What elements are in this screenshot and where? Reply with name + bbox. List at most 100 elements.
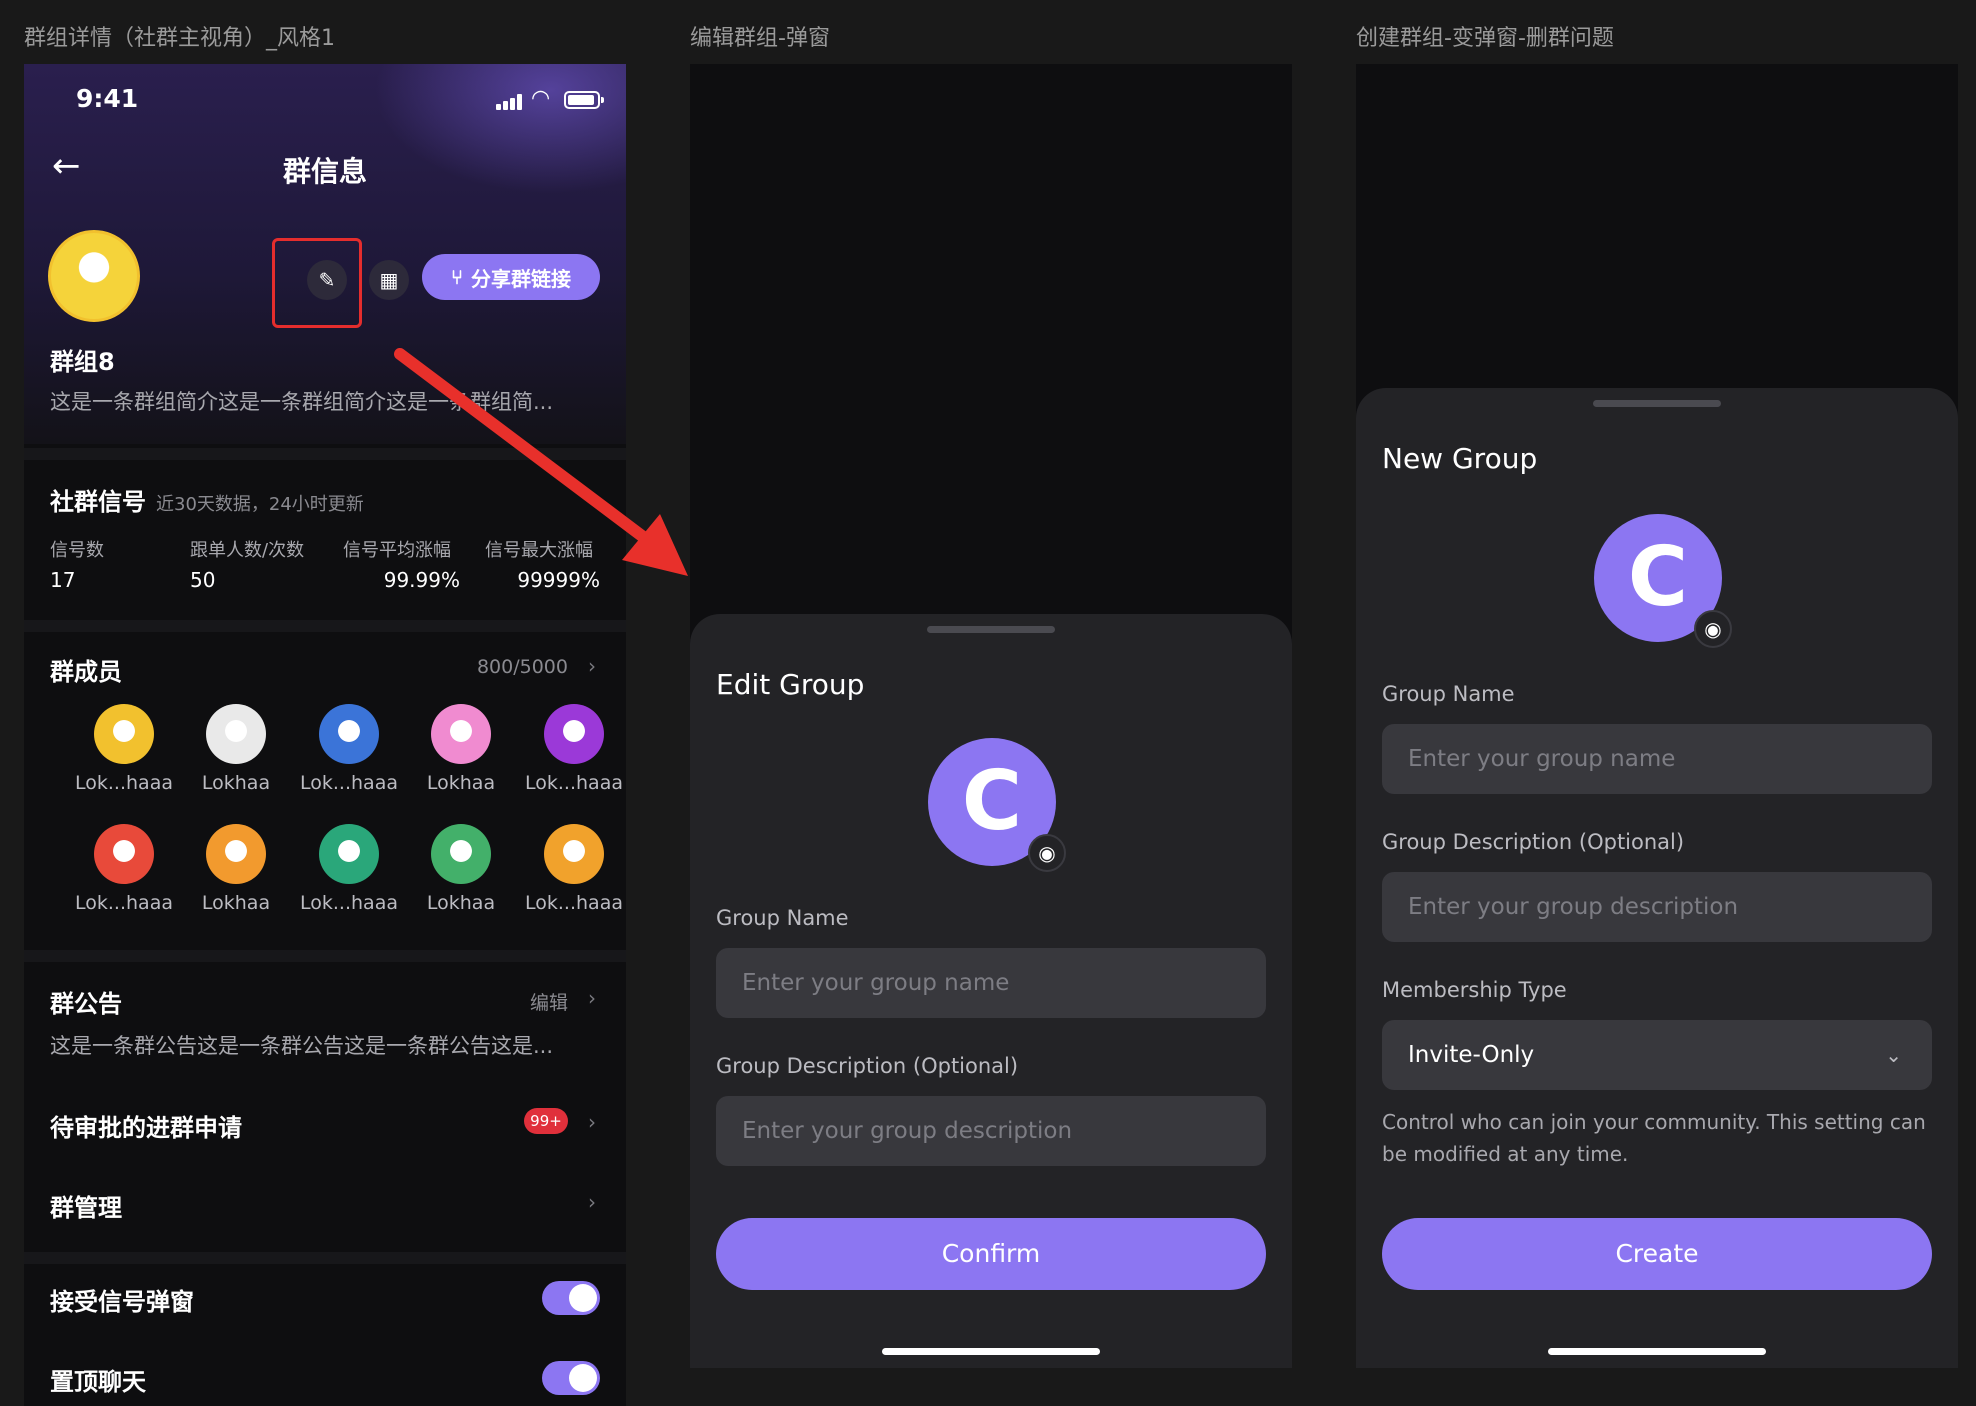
pin-chat-toggle[interactable] (542, 1361, 600, 1395)
edit-group-screen: Edit Group C ◉ Group Name Enter your gro… (690, 64, 1292, 1368)
group-details-screen: 9:41 ◠ ← 群信息 ✎ ▦ ⑂ 分享群链接 群组8 这是一条群组简介这是一… (24, 64, 626, 1406)
divider (24, 1252, 626, 1264)
group-management-title[interactable]: 群管理 (50, 1188, 122, 1223)
camera-icon[interactable]: ◉ (1028, 834, 1066, 872)
member-avatar (544, 704, 604, 764)
member-count[interactable]: 800/5000 (477, 656, 568, 678)
share-link-label: 分享群链接 (471, 266, 571, 291)
create-button[interactable]: Create (1382, 1218, 1932, 1290)
new-group-sheet: New Group C ◉ Group Name Enter your grou… (1356, 388, 1958, 1368)
member-name: Lokhaa (201, 772, 271, 794)
member-name: Lokhaa (201, 892, 271, 914)
group-avatar[interactable] (48, 230, 140, 322)
divider (24, 620, 626, 632)
annotation-arrow (394, 348, 688, 576)
group-name-label: Group Name (716, 906, 849, 930)
sheet-handle[interactable] (1593, 400, 1721, 407)
membership-type-label: Membership Type (1382, 978, 1567, 1002)
member-item[interactable]: Lokhaa (406, 824, 516, 914)
signal-section-title: 社群信号 近30天数据，24小时更新 (50, 488, 364, 516)
signal-icon (496, 94, 524, 110)
group-name-input[interactable]: Enter your group name (716, 948, 1266, 1018)
member-avatar (319, 704, 379, 764)
accept-signal-popup-label: 接受信号弹窗 (50, 1288, 194, 1316)
sheet-handle[interactable] (927, 626, 1055, 633)
pin-chat-label: 置顶聊天 (50, 1368, 146, 1396)
chevron-right-icon[interactable]: › (588, 1190, 596, 1214)
stat-value: 50 (190, 568, 216, 592)
share-icon: ⑂ (451, 265, 463, 289)
member-name: Lok...haaa (300, 772, 398, 794)
member-avatar (431, 704, 491, 764)
member-avatar (94, 824, 154, 884)
wifi-icon: ◠ (531, 86, 551, 111)
member-item[interactable]: Lok...haaa (519, 704, 626, 794)
member-avatar (206, 704, 266, 764)
member-item[interactable]: Lokhaa (181, 824, 291, 914)
home-indicator (882, 1348, 1100, 1355)
avatar-letter: C (1627, 530, 1689, 625)
member-name: Lok...haaa (525, 772, 623, 794)
member-item[interactable]: Lokhaa (181, 704, 291, 794)
chevron-right-icon[interactable]: › (588, 1110, 596, 1134)
accept-signal-toggle[interactable] (542, 1281, 600, 1315)
member-avatar (319, 824, 379, 884)
new-group-screen: New Group C ◉ Group Name Enter your grou… (1356, 64, 1958, 1368)
group-description-label: Group Description (Optional) (1382, 830, 1685, 854)
group-description-label: Group Description (Optional) (716, 1054, 1019, 1078)
group-avatar-placeholder[interactable]: C ◉ (1594, 514, 1732, 648)
member-item[interactable]: Lok...haaa (519, 824, 626, 914)
membership-type-value: Invite-Only (1408, 1042, 1535, 1068)
member-name: Lok...haaa (525, 892, 623, 914)
member-item[interactable]: Lok...haaa (69, 704, 179, 794)
chevron-right-icon[interactable]: › (588, 986, 596, 1010)
notice-edit-link[interactable]: 编辑 (530, 988, 568, 1015)
chevron-down-icon: ⌄ (1885, 1043, 1902, 1067)
member-avatar (94, 704, 154, 764)
pending-count-badge: 99+ (524, 1108, 568, 1134)
member-name: Lokhaa (426, 892, 496, 914)
member-name: Lokhaa (426, 772, 496, 794)
edit-group-sheet: Edit Group C ◉ Group Name Enter your gro… (690, 614, 1292, 1368)
member-item[interactable]: Lok...haaa (294, 824, 404, 914)
stat-label: 信号数 (50, 540, 104, 561)
sheet-title: New Group (1382, 442, 1538, 475)
sheet-title: Edit Group (716, 668, 865, 701)
signal-section-subtitle: 近30天数据，24小时更新 (156, 494, 364, 515)
group-name: 群组8 (50, 348, 115, 376)
member-avatar (431, 824, 491, 884)
member-name: Lok...haaa (75, 772, 173, 794)
camera-icon[interactable]: ◉ (1694, 610, 1732, 648)
battery-icon (564, 91, 604, 109)
group-name-input[interactable]: Enter your group name (1382, 724, 1932, 794)
member-item[interactable]: Lok...haaa (294, 704, 404, 794)
notice-title: 群公告 (50, 990, 122, 1018)
group-avatar-placeholder[interactable]: C ◉ (928, 738, 1066, 872)
member-name: Lok...haaa (75, 892, 173, 914)
member-avatar (206, 824, 266, 884)
chevron-right-icon[interactable]: › (588, 654, 596, 678)
member-avatar (544, 824, 604, 884)
member-name: Lok...haaa (300, 892, 398, 914)
group-description-input[interactable]: Enter your group description (716, 1096, 1266, 1166)
qr-code-icon[interactable]: ▦ (369, 260, 409, 300)
confirm-button[interactable]: Confirm (716, 1218, 1266, 1290)
member-item[interactable]: Lok...haaa (69, 824, 179, 914)
stat-label: 跟单人数/次数 (190, 540, 305, 561)
avatar-letter: C (961, 754, 1023, 849)
membership-type-select[interactable]: Invite-Only ⌄ (1382, 1020, 1932, 1090)
highlight-box (272, 238, 362, 328)
membership-helper-text: Control who can join your community. Thi… (1382, 1110, 1926, 1166)
frame-title-edit-group: 编辑群组-弹窗 (690, 26, 830, 51)
member-item[interactable]: Lokhaa (406, 704, 516, 794)
home-indicator (1548, 1348, 1766, 1355)
pending-requests-title[interactable]: 待审批的进群申请 (50, 1108, 242, 1143)
members-section-title: 群成员 (50, 658, 122, 686)
status-time: 9:41 (76, 84, 139, 113)
group-name-label: Group Name (1382, 682, 1515, 706)
share-link-button[interactable]: ⑂ 分享群链接 (422, 254, 600, 300)
frame-title-group-details: 群组详情（社群主视角）_风格1 (24, 26, 335, 51)
frame-title-create-group: 创建群组-变弹窗-删群问题 (1356, 26, 1614, 51)
group-description-input[interactable]: Enter your group description (1382, 872, 1932, 942)
stat-value: 17 (50, 568, 76, 592)
